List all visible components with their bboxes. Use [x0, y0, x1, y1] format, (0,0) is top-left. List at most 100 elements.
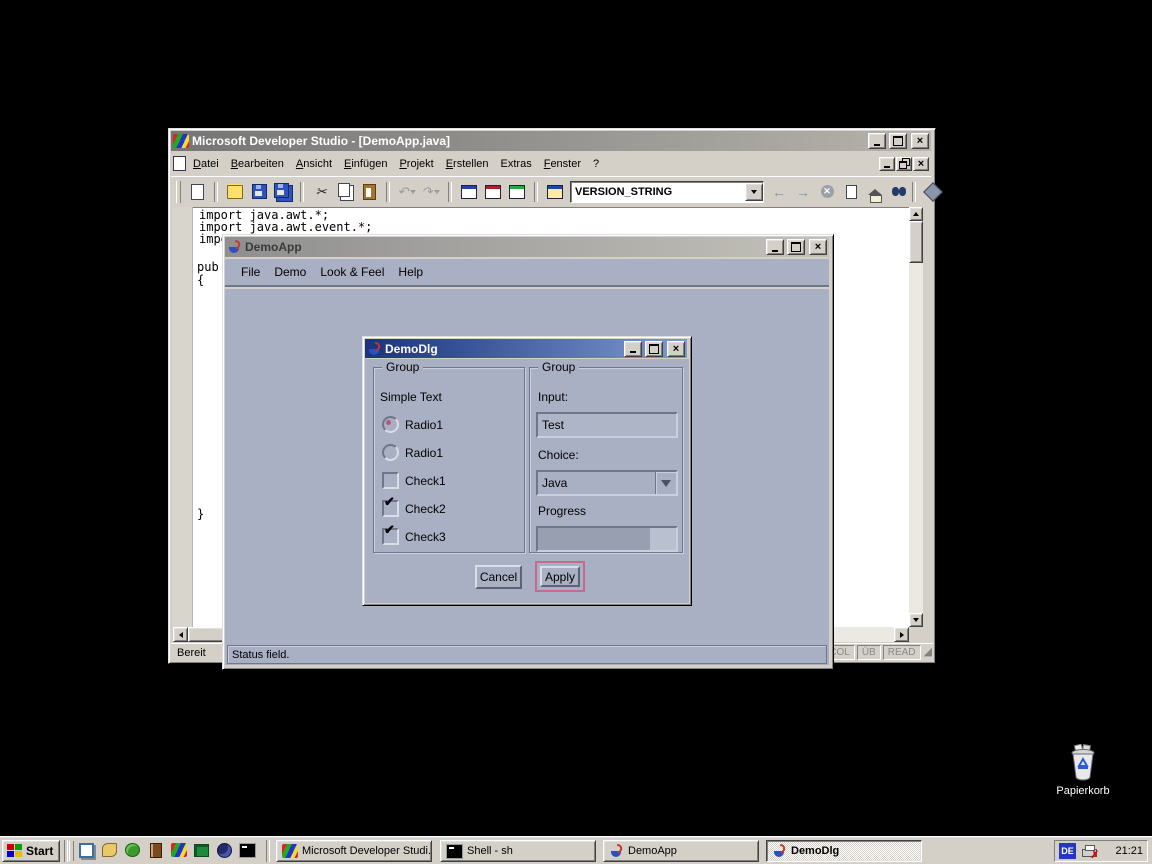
save-all-button[interactable]: [272, 181, 294, 203]
component-gallery-button[interactable]: [922, 181, 944, 203]
task-devstudio[interactable]: Microsoft Developer Studi...: [276, 840, 432, 862]
book-icon[interactable]: [145, 839, 166, 861]
redo-button[interactable]: ↷: [420, 181, 442, 203]
arrow-left-icon: [179, 632, 183, 638]
window-list-button[interactable]: [506, 181, 528, 203]
paint-hand-icon[interactable]: [99, 839, 120, 861]
task-demoapp[interactable]: DemoApp: [603, 840, 759, 862]
open-file-button[interactable]: [224, 181, 246, 203]
stop-button[interactable]: ✕: [816, 181, 838, 203]
quicklaunch-grip[interactable]: [69, 841, 74, 861]
copy-button[interactable]: [334, 181, 356, 203]
menu-projekt[interactable]: Projekt: [394, 155, 438, 173]
input-field-text[interactable]: [538, 414, 676, 436]
checkbox-check2[interactable]: ✔ Check2: [382, 500, 446, 517]
copy-icon: [338, 183, 350, 197]
restore-icon: [899, 161, 907, 169]
checkbox-label: Check1: [405, 474, 446, 488]
new-file-button[interactable]: [186, 181, 208, 203]
recycle-bin[interactable]: Papierkorb: [1048, 744, 1118, 797]
menu-file[interactable]: File: [241, 265, 260, 279]
window-layout-icon: [509, 185, 525, 199]
demodlg-titlebar[interactable]: DemoDlg ×: [365, 339, 687, 358]
paste-button[interactable]: [358, 181, 380, 203]
undo-button[interactable]: ↶: [396, 181, 418, 203]
scroll-down-button[interactable]: [909, 613, 923, 627]
menu-einfuegen[interactable]: Einfügen: [339, 155, 392, 173]
workspace-button[interactable]: [458, 181, 480, 203]
close-button[interactable]: ×: [667, 341, 685, 357]
back-icon: ←: [772, 185, 786, 199]
choice-combo[interactable]: Java: [536, 470, 678, 496]
back-button[interactable]: ←: [768, 181, 790, 203]
radio-radio1-b[interactable]: Radio1: [382, 444, 443, 461]
radio-label: Radio1: [405, 418, 443, 432]
keyboard-layout-indicator[interactable]: DE: [1059, 843, 1076, 859]
menu-help[interactable]: ?: [588, 155, 604, 173]
bug-icon[interactable]: [122, 839, 143, 861]
maximize-button[interactable]: [787, 239, 805, 255]
mdi-restore-button[interactable]: [896, 157, 912, 171]
refresh-doc-button[interactable]: [840, 181, 862, 203]
menu-help[interactable]: Help: [398, 265, 423, 279]
notepad-icon[interactable]: [76, 839, 97, 861]
output-button[interactable]: [482, 181, 504, 203]
cancel-button[interactable]: Cancel: [475, 565, 522, 589]
maximize-button[interactable]: [645, 341, 663, 357]
radio-radio1[interactable]: Radio1: [382, 416, 443, 433]
close-button[interactable]: ×: [809, 239, 827, 255]
maximize-button[interactable]: [889, 133, 907, 149]
home-button[interactable]: [864, 181, 886, 203]
menu-ansicht[interactable]: Ansicht: [291, 155, 337, 173]
menu-extras[interactable]: Extras: [496, 155, 537, 173]
vertical-scrollbar[interactable]: [909, 207, 923, 627]
demoapp-titlebar[interactable]: DemoApp ×: [225, 237, 829, 257]
globe-icon[interactable]: [214, 839, 235, 861]
minimize-button[interactable]: [868, 133, 886, 149]
document-icon[interactable]: [173, 156, 186, 171]
search-in-files-button[interactable]: [888, 181, 910, 203]
scroll-right-button[interactable]: [894, 627, 909, 642]
cut-button[interactable]: ✂: [310, 181, 332, 203]
minimize-button[interactable]: [766, 239, 784, 255]
mdi-close-button[interactable]: ×: [913, 157, 929, 171]
undo-icon: ↶: [398, 185, 409, 198]
scroll-up-button[interactable]: [909, 207, 923, 221]
menu-look-and-feel[interactable]: Look & Feel: [320, 265, 384, 279]
menu-fenster[interactable]: Fenster: [539, 155, 586, 173]
toolbar-separator: [534, 182, 538, 202]
apply-button[interactable]: Apply: [540, 566, 580, 587]
toolbar-grip[interactable]: [176, 181, 181, 203]
green-terminal-icon[interactable]: [191, 839, 212, 861]
checkbox-label: Check3: [405, 530, 446, 544]
close-button[interactable]: ×: [911, 133, 929, 149]
menu-demo[interactable]: Demo: [274, 265, 306, 279]
combo-dropdown-button[interactable]: [745, 183, 763, 201]
save-button[interactable]: [248, 181, 270, 203]
msdev-icon[interactable]: [168, 839, 189, 861]
menu-bearbeiten[interactable]: Bearbeiten: [226, 155, 289, 173]
console-icon[interactable]: [237, 839, 258, 861]
toolbar-separator: [386, 182, 390, 202]
printer-error-icon[interactable]: [1081, 844, 1097, 858]
forward-button[interactable]: →: [792, 181, 814, 203]
resize-grip[interactable]: ◢: [924, 647, 932, 658]
mdi-minimize-button[interactable]: [879, 157, 895, 171]
minimize-icon: [874, 137, 880, 146]
task-shell[interactable]: Shell - sh: [440, 840, 596, 862]
checkbox-check1[interactable]: Check1: [382, 472, 446, 489]
start-button[interactable]: Start: [2, 840, 60, 862]
combo-dropdown-button[interactable]: [655, 472, 676, 494]
menu-erstellen[interactable]: Erstellen: [441, 155, 494, 173]
toolbar-separator: [214, 182, 218, 202]
menu-datei[interactable]: Datei: [188, 155, 224, 173]
minimize-button[interactable]: [624, 341, 642, 357]
version-combo[interactable]: VERSION_STRING: [570, 181, 764, 203]
scroll-left-button[interactable]: [173, 627, 188, 642]
input-field[interactable]: [536, 412, 678, 438]
devstudio-titlebar[interactable]: Microsoft Developer Studio - [DemoApp.ja…: [171, 131, 931, 151]
find-tool-button[interactable]: [544, 181, 566, 203]
vertical-scroll-thumb[interactable]: [909, 221, 923, 263]
checkbox-check3[interactable]: ✔ Check3: [382, 528, 446, 545]
task-demodlg[interactable]: DemoDlg: [766, 840, 922, 862]
